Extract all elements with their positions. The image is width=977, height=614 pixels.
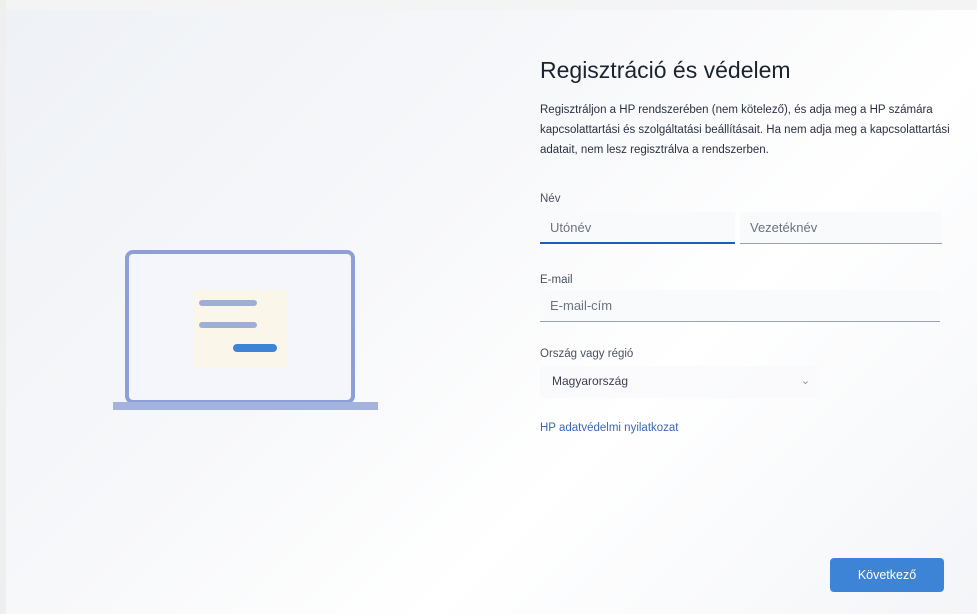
- first-name-input[interactable]: Utónév: [540, 212, 735, 244]
- country-select[interactable]: Magyarország ⌄: [540, 366, 820, 398]
- privacy-statement-link[interactable]: HP adatvédelmi nyilatkozat: [540, 422, 679, 434]
- screen-bezel-top: [0, 0, 977, 10]
- laptop-illustration: [113, 250, 378, 410]
- country-label: Ország vagy régió: [540, 348, 634, 360]
- email-label: E-mail: [540, 274, 573, 286]
- first-name-placeholder: Utónév: [550, 220, 592, 235]
- last-name-input[interactable]: Vezetéknév: [740, 212, 942, 244]
- chevron-down-icon: ⌄: [800, 375, 810, 387]
- country-value: Magyarország: [552, 374, 629, 388]
- email-input[interactable]: E-mail-cím: [540, 290, 940, 322]
- page-title: Regisztráció és védelem: [540, 57, 791, 83]
- page-description: Regisztráljon a HP rendszerében (nem köt…: [540, 104, 950, 156]
- last-name-placeholder: Vezetéknév: [750, 220, 818, 235]
- email-placeholder: E-mail-cím: [550, 298, 613, 313]
- next-button[interactable]: Következő: [830, 558, 944, 592]
- name-label: Név: [540, 193, 561, 205]
